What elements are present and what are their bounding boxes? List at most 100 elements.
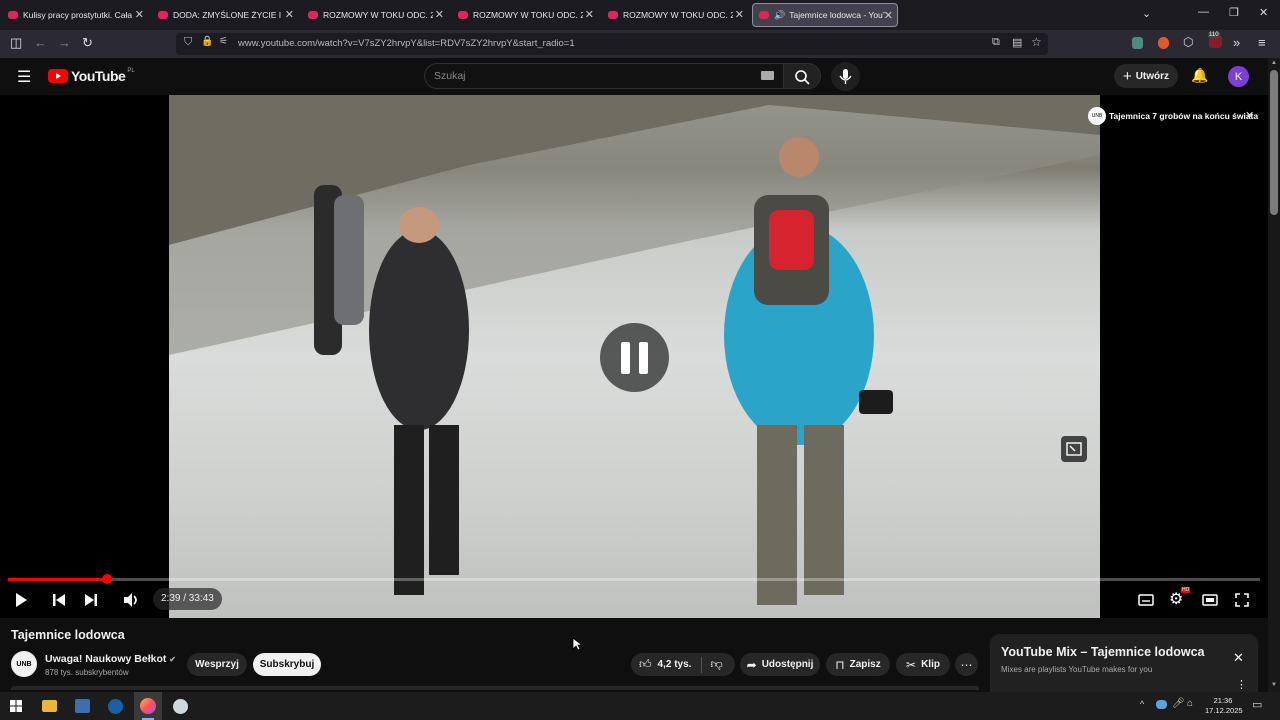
progress-scrubber[interactable] xyxy=(101,574,112,584)
youtube-favicon-icon xyxy=(8,11,18,19)
close-tab-icon[interactable]: ✕ xyxy=(884,9,893,22)
pause-overlay-button[interactable] xyxy=(600,323,669,392)
reader-view-icon[interactable]: ▤ xyxy=(1012,36,1022,49)
search-icon xyxy=(795,70,810,85)
clock-date: 17.12.2025 xyxy=(1205,706,1243,715)
page-scrollbar[interactable]: ▲ ▼ xyxy=(1268,58,1280,692)
next-icon[interactable] xyxy=(82,591,100,609)
browser-tab-2[interactable]: DODA: ZMYŚLONE ŻYCIE I KAR ✕ xyxy=(152,3,298,27)
picture-in-picture-icon[interactable]: ⧉ xyxy=(992,36,1000,49)
channel-avatar[interactable]: UNB xyxy=(11,651,37,677)
search-button[interactable] xyxy=(783,63,821,89)
info-card-close-icon[interactable]: ✕ xyxy=(1245,109,1254,122)
browser-tab-6-active[interactable]: 🔊 Tajemnice lodowca - YouTube ✕ xyxy=(752,3,898,27)
subtitles-icon[interactable] xyxy=(1137,591,1155,609)
video-player[interactable]: UNB Tajemnica 7 grobów na końcu świata ✕ xyxy=(0,95,1268,618)
computer-app-icon[interactable] xyxy=(75,699,90,713)
play-icon[interactable] xyxy=(12,591,30,609)
info-card[interactable]: UNB Tajemnica 7 grobów na końcu świata xyxy=(1088,107,1258,125)
tray-chevron-icon[interactable]: ^ xyxy=(1140,699,1144,709)
notifications-icon[interactable]: ▭ xyxy=(1252,698,1262,711)
bookmark-star-icon[interactable]: ☆ xyxy=(1031,35,1042,49)
browser-tab-5[interactable]: ROZMOWY W TOKU ODC. 2458 ✕ xyxy=(602,3,748,27)
reload-icon[interactable]: ↻ xyxy=(82,35,93,51)
more-actions-icon[interactable]: ⋯ xyxy=(955,653,978,676)
firefox-icon xyxy=(140,698,156,714)
video-title: Tajemnice lodowca xyxy=(11,628,125,642)
vpn-extension-icon[interactable] xyxy=(1132,37,1143,49)
file-explorer-icon[interactable] xyxy=(42,700,57,712)
support-button[interactable]: Wesprzyj xyxy=(187,653,247,676)
video-frame xyxy=(169,95,1100,618)
share-button[interactable]: ➦ Udostępnij xyxy=(740,653,820,676)
channel-name[interactable]: Uwaga! Naukowy Bełkot ✔ xyxy=(45,653,176,665)
lock-icon[interactable]: 🔒 xyxy=(201,36,213,47)
hamburger-menu-icon[interactable]: ☰ xyxy=(17,67,31,87)
app-menu-icon[interactable]: ≡ xyxy=(1258,35,1266,50)
youtube-play-logo-icon xyxy=(48,69,68,83)
create-button[interactable]: + Utwórz xyxy=(1114,64,1178,88)
close-tab-icon[interactable]: ✕ xyxy=(735,8,744,21)
minimize-icon[interactable]: — xyxy=(1198,6,1209,18)
onedrive-icon[interactable] xyxy=(1156,700,1167,709)
extension-fox-icon[interactable] xyxy=(1158,37,1169,49)
search-box[interactable]: Szukaj xyxy=(424,63,784,89)
browser-tab-4[interactable]: ROZMOWY W TOKU ODC. 2457 ✕ xyxy=(452,3,598,27)
tab-title: ROZMOWY W TOKU ODC. 2458 xyxy=(623,10,733,20)
account-avatar[interactable]: K xyxy=(1228,66,1249,87)
address-bar[interactable]: ⛉ 🔒 ⚟ www.youtube.com/watch?v=V7sZY2hrvp… xyxy=(176,33,1048,55)
extensions-puzzle-icon[interactable]: ⬡ xyxy=(1183,35,1193,49)
mix-close-icon[interactable]: ✕ xyxy=(1233,650,1244,666)
keyboard-icon[interactable] xyxy=(761,71,774,80)
volume-icon[interactable] xyxy=(121,590,141,610)
theater-mode-icon[interactable] xyxy=(1201,591,1219,609)
clock[interactable]: 21:36 17.12.2025 xyxy=(1205,696,1243,716)
close-tab-icon[interactable]: ✕ xyxy=(135,8,144,21)
restore-icon[interactable]: ❐ xyxy=(1229,6,1239,19)
scrollbar-thumb[interactable] xyxy=(1270,70,1278,215)
forward-arrow-icon[interactable]: → xyxy=(58,35,71,50)
clip-button[interactable]: ✂ Klip xyxy=(896,653,950,676)
shield-icon[interactable]: ⛉ xyxy=(184,36,192,49)
back-arrow-icon[interactable]: ← xyxy=(34,35,47,50)
close-tab-icon[interactable]: ✕ xyxy=(285,8,294,21)
mix-playlist-panel: YouTube Mix – Tajemnice lodowca Mixes ar… xyxy=(990,634,1258,692)
browser-tab-bar: Kulisy pracy prostytutki. Cała p ✕ DODA:… xyxy=(0,0,1280,30)
network-icon[interactable]: ⌂ xyxy=(1187,698,1193,709)
close-tab-icon[interactable]: ✕ xyxy=(585,8,594,21)
microphone-icon xyxy=(839,69,852,84)
like-icon[interactable]: 👍︎ xyxy=(639,657,652,672)
progress-bar[interactable] xyxy=(8,574,1260,584)
dislike-icon[interactable]: 👎︎ xyxy=(710,657,722,672)
network-tool-icon[interactable] xyxy=(173,699,188,714)
miniplayer-button[interactable] xyxy=(1061,436,1087,462)
scroll-up-icon[interactable]: ▲ xyxy=(1271,60,1277,66)
save-button[interactable]: ⊓ Zapisz xyxy=(826,653,890,676)
close-tab-icon[interactable]: ✕ xyxy=(435,8,444,21)
tab-list-chevron-icon[interactable]: ⌄ xyxy=(1142,7,1151,20)
scissors-icon: ✂ xyxy=(906,657,917,672)
like-count[interactable]: 4,2 tys. xyxy=(658,659,692,670)
youtube-masthead: ☰ YouTube PL Szukaj + Utwórz 🔔 K xyxy=(0,58,1268,95)
firefox-taskbar-button[interactable] xyxy=(134,692,162,720)
sidebar-toggle-icon[interactable]: ◫ xyxy=(10,35,22,51)
browser-tab-3[interactable]: ROZMOWY W TOKU ODC. 2457 ✕ xyxy=(302,3,448,27)
browser-tab-1[interactable]: Kulisy pracy prostytutki. Cała p ✕ xyxy=(2,3,148,27)
scroll-down-icon[interactable]: ▼ xyxy=(1271,682,1277,688)
speaker-icon[interactable]: 🔊 xyxy=(774,10,785,21)
voice-search-button[interactable] xyxy=(831,62,860,91)
time-display: 2:39 / 33:43 xyxy=(153,588,222,610)
window-close-icon[interactable]: ✕ xyxy=(1259,6,1268,19)
steam-icon[interactable] xyxy=(108,699,123,714)
windows-start-icon[interactable] xyxy=(10,700,22,712)
fullscreen-icon[interactable] xyxy=(1233,591,1251,609)
subscribe-button[interactable]: Subskrybuj xyxy=(253,653,321,676)
mix-menu-icon[interactable]: ⋮ xyxy=(1236,678,1247,691)
permissions-icon[interactable]: ⚟ xyxy=(219,36,228,47)
youtube-logo[interactable]: YouTube PL xyxy=(48,68,135,84)
notifications-bell-icon[interactable]: 🔔 xyxy=(1191,67,1208,84)
overflow-chevrons-icon[interactable]: » xyxy=(1233,35,1240,50)
mic-tray-icon[interactable]: 🎤︎ xyxy=(1172,698,1185,709)
search-input[interactable]: Szukaj xyxy=(434,70,466,82)
previous-icon[interactable] xyxy=(50,591,68,609)
